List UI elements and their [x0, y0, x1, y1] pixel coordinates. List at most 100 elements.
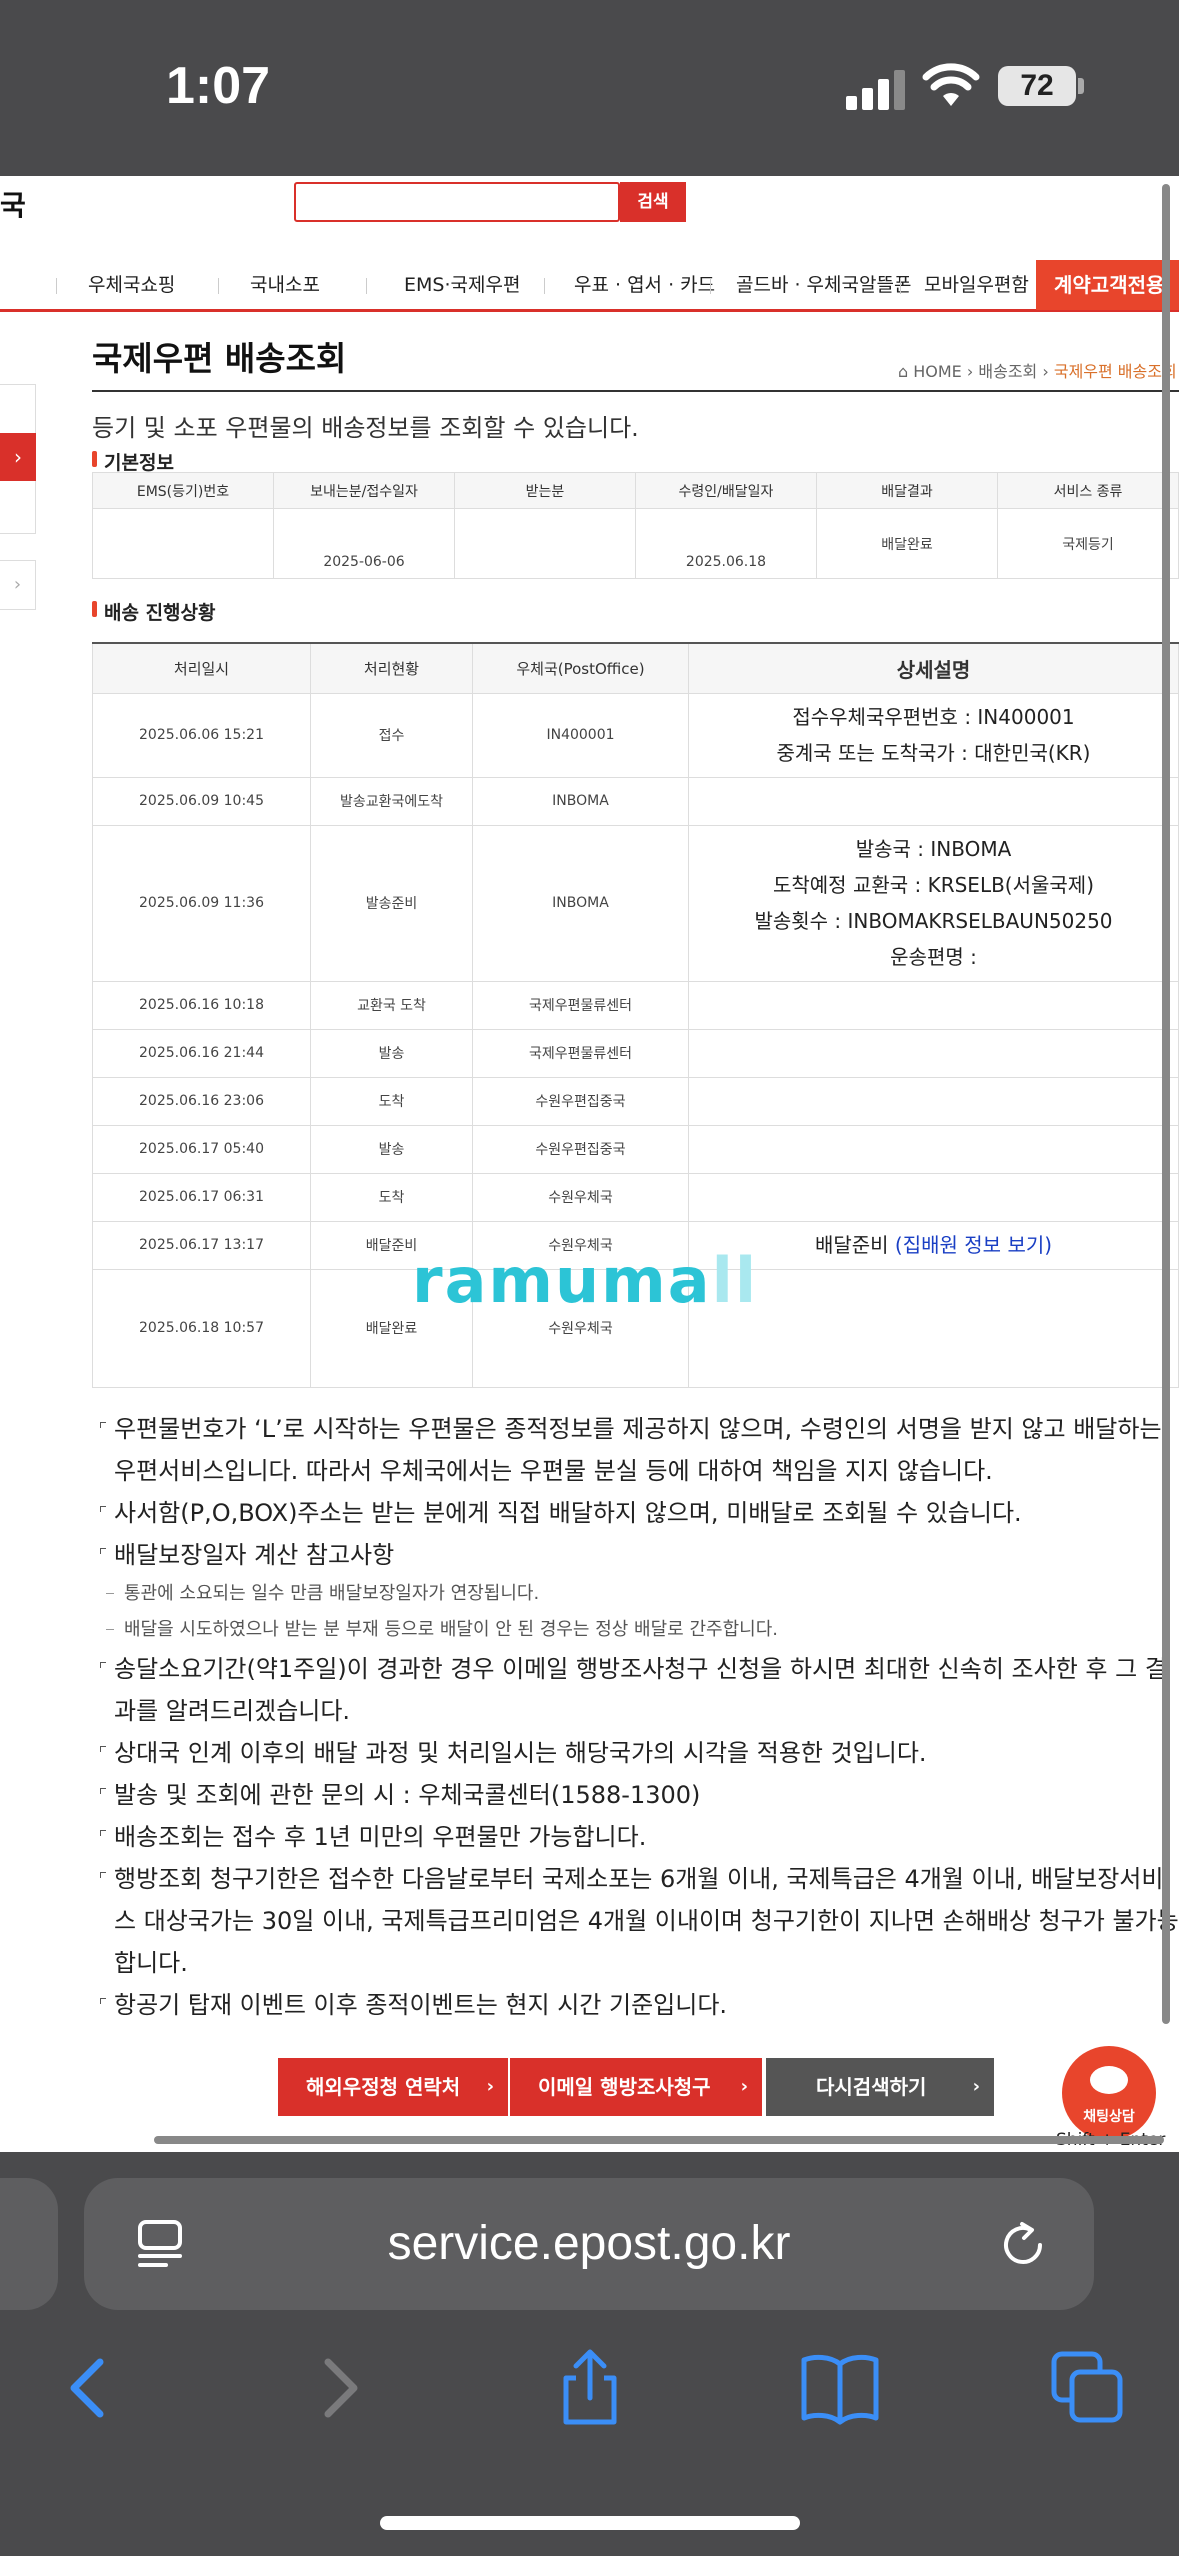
search-input[interactable] [294, 182, 620, 222]
detail-line: 중계국 또는 도착국가 : 대한민국(KR) [689, 735, 1178, 771]
nav-item-ems[interactable]: EMS·국제우편 [404, 260, 520, 310]
status-cell: 발송 [310, 1124, 473, 1174]
office-cell: 수원우편집중국 [472, 1076, 689, 1126]
nav-item-stamps[interactable]: 우표 · 엽서 · 카드 [574, 260, 715, 310]
status-cell: 발송 [310, 1028, 473, 1078]
breadcrumb-mid[interactable]: 배송조회 [978, 362, 1037, 381]
side-menu-active-arrow[interactable]: › [0, 433, 36, 481]
note-item: 배달보장일자 계산 참고사항 [100, 1534, 1179, 1576]
site-logo[interactable]: 국 [0, 184, 26, 224]
reload-icon[interactable] [996, 2218, 1050, 2272]
table-row: 2025.06.16 21:44 발송 국제우편물류센터 [92, 1028, 1179, 1078]
signal-icon [846, 66, 906, 110]
column-header: 상세설명 [688, 642, 1179, 694]
search-button[interactable]: 검색 [620, 182, 686, 222]
notes-list: 우편물번호가 ‘L’로 시작하는 우편물은 종적정보를 제공하지 않으며, 수령… [100, 1408, 1179, 2026]
detail-text: 발송횟수 : INBOMAKRSELBAUN50250 [754, 909, 1113, 933]
chevron-right-icon: › [972, 2076, 980, 2097]
side-menu-item[interactable]: › [0, 560, 36, 610]
table-header-row: 처리일시 처리현황 우체국(PostOffice) 상세설명 [92, 642, 1179, 694]
detail-line: 발송국 : INBOMA [689, 831, 1178, 867]
horizontal-scrollbar[interactable] [154, 2136, 1164, 2144]
detail-cell [688, 1172, 1179, 1222]
status-cell: 발송준비 [310, 824, 473, 982]
home-icon[interactable]: ⌂ [898, 362, 908, 381]
service-type-cell: 국제등기 [997, 508, 1179, 579]
title-divider [92, 390, 1179, 392]
vertical-scrollbar[interactable] [1162, 184, 1170, 2024]
detail-cell: 배달준비 (집배원 정보 보기) [688, 1220, 1179, 1270]
column-header: 보내는분/접수일자 [273, 472, 455, 509]
status-cell: 접수 [310, 692, 473, 778]
breadcrumb-home[interactable]: HOME [913, 362, 962, 381]
table-row: 2025.06.16 10:18 교환국 도착 국제우편물류센터 [92, 980, 1179, 1030]
share-icon[interactable] [550, 2348, 630, 2428]
nav-item-domestic-parcel[interactable]: 국내소포 [250, 260, 320, 310]
nav-item-shopping[interactable]: 우체국쇼핑 [88, 260, 175, 310]
note-item: 배송조회는 접수 후 1년 미만의 우편물만 가능합니다. [100, 1816, 1179, 1858]
ems-number-cell [92, 508, 274, 579]
previous-tab[interactable] [0, 2178, 58, 2310]
detail-cell [688, 1028, 1179, 1078]
time-cell: 2025.06.16 23:06 [92, 1076, 311, 1126]
detail-text: 배달준비 [814, 1233, 889, 1257]
basic-info-heading: 기본정보 [92, 448, 174, 475]
overseas-contact-button[interactable]: 해외우정청 연락처 › [278, 2058, 508, 2116]
chat-label: 채팅상담 [1083, 2109, 1135, 2125]
time-cell: 2025.06.17 13:17 [92, 1220, 311, 1270]
detail-cell [688, 776, 1179, 826]
nav-item-mobile-mailbox[interactable]: 모바일우편함 [924, 260, 1029, 310]
address-bar[interactable]: service.epost.go.kr [84, 2178, 1094, 2310]
note-item: 상대국 인계 이후의 배달 과정 및 처리일시는 해당국가의 시각을 적용한 것… [100, 1732, 1179, 1774]
back-icon[interactable] [48, 2348, 128, 2428]
detail-line: 도착예정 교환국 : KRSELB(서울국제) [689, 867, 1178, 903]
nav-divider [900, 278, 901, 294]
forward-icon[interactable] [300, 2348, 380, 2428]
office-cell: INBOMA [472, 776, 689, 826]
bookmarks-icon[interactable] [800, 2348, 880, 2428]
url-text[interactable]: service.epost.go.kr [84, 2178, 1094, 2310]
note-item: 우편물번호가 ‘L’로 시작하는 우편물은 종적정보를 제공하지 않으며, 수령… [100, 1408, 1179, 1492]
chat-consult-button[interactable]: 채팅상담 [1062, 2046, 1156, 2140]
nav-divider [56, 278, 57, 294]
office-cell: IN400001 [472, 692, 689, 778]
basic-info-table: EMS(등기)번호 보내는분/접수일자 받는분 수령인/배달일자 배달결과 서비… [92, 472, 1179, 579]
button-label: 다시검색하기 [816, 2075, 927, 2099]
page-title: 국제우편 배송조회 [92, 339, 347, 378]
time-cell: 2025.06.18 10:57 [92, 1268, 311, 1388]
breadcrumb-separator: › [1042, 362, 1054, 381]
note-item: 사서함(P,O,BOX)주소는 받는 분에게 직접 배달하지 않으며, 미배달로… [100, 1492, 1179, 1534]
tabs-icon[interactable] [1048, 2348, 1128, 2428]
watermark-main: ramuma [412, 1244, 712, 1317]
detail-cell: 발송국 : INBOMA 도착예정 교환국 : KRSELB(서울국제) 발송횟수 … [688, 824, 1179, 982]
time-cell: 2025.06.16 10:18 [92, 980, 311, 1030]
table-row: 2025.06.09 11:36 발송준비 INBOMA 발송국 : INBOMA 도착… [92, 824, 1179, 982]
table-row: 2025.06.06 15:21 접수 IN400001 접수우체국우편번호 : IN… [92, 692, 1179, 778]
delivery-result-cell: 배달완료 [816, 508, 998, 579]
note-item: 발송 및 조회에 관한 문의 시 : 우체국콜센터(1588-1300) [100, 1774, 1179, 1816]
detail-line: 발송횟수 : INBOMAKRSELBAUN50250 [689, 903, 1178, 939]
table-row: 2025.06.17 05:40 발송 수원우편집중국 [92, 1124, 1179, 1174]
detail-line: 운송편명 : [689, 939, 1178, 975]
office-cell: INBOMA [472, 824, 689, 982]
time-cell: 2025.06.09 10:45 [92, 776, 311, 826]
side-menu: › [0, 384, 36, 534]
delivery-date-cell: 2025.06.18 [635, 508, 817, 579]
carrier-info-link[interactable]: (집배원 정보 보기) [895, 1233, 1052, 1257]
breadcrumb-separator: › [966, 362, 979, 381]
button-label: 해외우정청 연락처 [306, 2075, 461, 2099]
intro-text: 등기 및 소포 우편물의 배송정보를 조회할 수 있습니다. [92, 414, 639, 442]
detail-text: 중계국 또는 도착국가 : 대한민국(KR) [776, 741, 1091, 765]
browser-toolbar [0, 2348, 1179, 2468]
nav-item-contract-customer[interactable]: 계약고객전용 [1036, 260, 1179, 310]
status-cell: 도착 [310, 1172, 473, 1222]
battery-icon: 72 [998, 66, 1076, 106]
page-menu-icon[interactable] [136, 2218, 186, 2270]
detail-line: 접수우체국우편번호 : IN400001 [689, 699, 1178, 735]
email-inquiry-button[interactable]: 이메일 행방조사청구 › [510, 2058, 762, 2116]
note-item: 항공기 탑재 이벤트 이후 종적이벤트는 현지 시간 기준입니다. [100, 1984, 1179, 2026]
nav-item-goldbar[interactable]: 골드바 · 우체국알뜰폰 [736, 260, 911, 310]
watermark-faded: ll [711, 1244, 759, 1317]
search-again-button[interactable]: 다시검색하기 › [766, 2058, 994, 2116]
status-cell: 교환국 도착 [310, 980, 473, 1030]
